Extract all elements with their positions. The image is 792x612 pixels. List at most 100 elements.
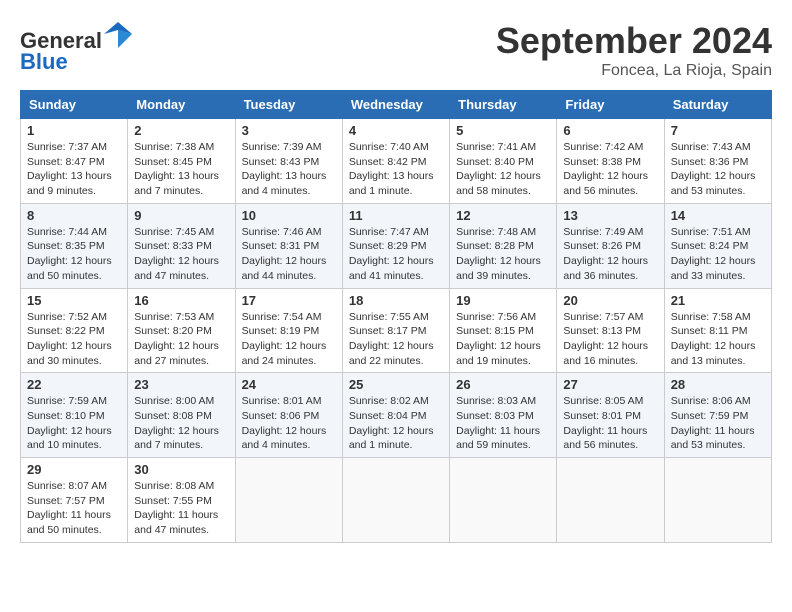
page-header: General Blue September 2024 Foncea, La R…	[20, 20, 772, 80]
calendar-cell: 28 Sunrise: 8:06 AM Sunset: 7:59 PM Dayl…	[664, 373, 771, 458]
day-info: Sunrise: 7:58 AM Sunset: 8:11 PM Dayligh…	[671, 310, 765, 369]
weekday-header: Saturday	[664, 91, 771, 119]
calendar-week-row: 22 Sunrise: 7:59 AM Sunset: 8:10 PM Dayl…	[21, 373, 772, 458]
calendar-header-row: SundayMondayTuesdayWednesdayThursdayFrid…	[21, 91, 772, 119]
day-info: Sunrise: 7:37 AM Sunset: 8:47 PM Dayligh…	[27, 140, 121, 199]
day-info: Sunrise: 7:44 AM Sunset: 8:35 PM Dayligh…	[27, 225, 121, 284]
calendar-cell: 8 Sunrise: 7:44 AM Sunset: 8:35 PM Dayli…	[21, 203, 128, 288]
day-number: 13	[563, 208, 657, 223]
day-number: 4	[349, 123, 443, 138]
calendar-cell	[450, 458, 557, 543]
weekday-header: Sunday	[21, 91, 128, 119]
day-info: Sunrise: 7:41 AM Sunset: 8:40 PM Dayligh…	[456, 140, 550, 199]
calendar-cell	[235, 458, 342, 543]
day-info: Sunrise: 7:43 AM Sunset: 8:36 PM Dayligh…	[671, 140, 765, 199]
weekday-header: Monday	[128, 91, 235, 119]
calendar-cell: 14 Sunrise: 7:51 AM Sunset: 8:24 PM Dayl…	[664, 203, 771, 288]
day-info: Sunrise: 7:48 AM Sunset: 8:28 PM Dayligh…	[456, 225, 550, 284]
day-info: Sunrise: 7:51 AM Sunset: 8:24 PM Dayligh…	[671, 225, 765, 284]
day-number: 21	[671, 293, 765, 308]
day-info: Sunrise: 7:53 AM Sunset: 8:20 PM Dayligh…	[134, 310, 228, 369]
day-info: Sunrise: 7:45 AM Sunset: 8:33 PM Dayligh…	[134, 225, 228, 284]
day-number: 8	[27, 208, 121, 223]
calendar-cell: 7 Sunrise: 7:43 AM Sunset: 8:36 PM Dayli…	[664, 119, 771, 204]
day-info: Sunrise: 7:40 AM Sunset: 8:42 PM Dayligh…	[349, 140, 443, 199]
weekday-header: Tuesday	[235, 91, 342, 119]
day-info: Sunrise: 8:08 AM Sunset: 7:55 PM Dayligh…	[134, 479, 228, 538]
calendar-cell: 12 Sunrise: 7:48 AM Sunset: 8:28 PM Dayl…	[450, 203, 557, 288]
day-info: Sunrise: 7:39 AM Sunset: 8:43 PM Dayligh…	[242, 140, 336, 199]
calendar-cell: 27 Sunrise: 8:05 AM Sunset: 8:01 PM Dayl…	[557, 373, 664, 458]
month-title: September 2024	[496, 20, 772, 62]
day-number: 7	[671, 123, 765, 138]
calendar-cell: 29 Sunrise: 8:07 AM Sunset: 7:57 PM Dayl…	[21, 458, 128, 543]
calendar-cell: 6 Sunrise: 7:42 AM Sunset: 8:38 PM Dayli…	[557, 119, 664, 204]
calendar-cell	[557, 458, 664, 543]
day-info: Sunrise: 7:47 AM Sunset: 8:29 PM Dayligh…	[349, 225, 443, 284]
calendar-cell: 3 Sunrise: 7:39 AM Sunset: 8:43 PM Dayli…	[235, 119, 342, 204]
day-info: Sunrise: 8:03 AM Sunset: 8:03 PM Dayligh…	[456, 394, 550, 453]
weekday-header: Thursday	[450, 91, 557, 119]
day-info: Sunrise: 7:49 AM Sunset: 8:26 PM Dayligh…	[563, 225, 657, 284]
weekday-header: Wednesday	[342, 91, 449, 119]
day-info: Sunrise: 8:02 AM Sunset: 8:04 PM Dayligh…	[349, 394, 443, 453]
day-info: Sunrise: 7:56 AM Sunset: 8:15 PM Dayligh…	[456, 310, 550, 369]
calendar-cell: 21 Sunrise: 7:58 AM Sunset: 8:11 PM Dayl…	[664, 288, 771, 373]
day-number: 25	[349, 377, 443, 392]
day-number: 18	[349, 293, 443, 308]
calendar-cell: 10 Sunrise: 7:46 AM Sunset: 8:31 PM Dayl…	[235, 203, 342, 288]
day-number: 24	[242, 377, 336, 392]
day-info: Sunrise: 7:42 AM Sunset: 8:38 PM Dayligh…	[563, 140, 657, 199]
calendar-cell: 22 Sunrise: 7:59 AM Sunset: 8:10 PM Dayl…	[21, 373, 128, 458]
day-number: 29	[27, 462, 121, 477]
day-number: 12	[456, 208, 550, 223]
calendar-cell: 23 Sunrise: 8:00 AM Sunset: 8:08 PM Dayl…	[128, 373, 235, 458]
day-number: 23	[134, 377, 228, 392]
day-number: 22	[27, 377, 121, 392]
calendar-cell: 25 Sunrise: 8:02 AM Sunset: 8:04 PM Dayl…	[342, 373, 449, 458]
calendar-cell: 5 Sunrise: 7:41 AM Sunset: 8:40 PM Dayli…	[450, 119, 557, 204]
day-info: Sunrise: 7:38 AM Sunset: 8:45 PM Dayligh…	[134, 140, 228, 199]
day-number: 19	[456, 293, 550, 308]
calendar-cell: 13 Sunrise: 7:49 AM Sunset: 8:26 PM Dayl…	[557, 203, 664, 288]
day-number: 6	[563, 123, 657, 138]
calendar-week-row: 15 Sunrise: 7:52 AM Sunset: 8:22 PM Dayl…	[21, 288, 772, 373]
logo-bird-icon	[104, 20, 132, 48]
title-block: September 2024 Foncea, La Rioja, Spain	[496, 20, 772, 80]
calendar-cell: 15 Sunrise: 7:52 AM Sunset: 8:22 PM Dayl…	[21, 288, 128, 373]
day-info: Sunrise: 7:55 AM Sunset: 8:17 PM Dayligh…	[349, 310, 443, 369]
calendar-cell	[342, 458, 449, 543]
calendar-cell: 11 Sunrise: 7:47 AM Sunset: 8:29 PM Dayl…	[342, 203, 449, 288]
day-info: Sunrise: 7:54 AM Sunset: 8:19 PM Dayligh…	[242, 310, 336, 369]
day-number: 9	[134, 208, 228, 223]
calendar-table: SundayMondayTuesdayWednesdayThursdayFrid…	[20, 90, 772, 543]
calendar-cell: 26 Sunrise: 8:03 AM Sunset: 8:03 PM Dayl…	[450, 373, 557, 458]
day-number: 10	[242, 208, 336, 223]
calendar-cell: 18 Sunrise: 7:55 AM Sunset: 8:17 PM Dayl…	[342, 288, 449, 373]
calendar-cell: 16 Sunrise: 7:53 AM Sunset: 8:20 PM Dayl…	[128, 288, 235, 373]
calendar-cell: 2 Sunrise: 7:38 AM Sunset: 8:45 PM Dayli…	[128, 119, 235, 204]
day-number: 30	[134, 462, 228, 477]
calendar-cell: 17 Sunrise: 7:54 AM Sunset: 8:19 PM Dayl…	[235, 288, 342, 373]
day-number: 15	[27, 293, 121, 308]
day-info: Sunrise: 8:01 AM Sunset: 8:06 PM Dayligh…	[242, 394, 336, 453]
day-number: 20	[563, 293, 657, 308]
day-number: 2	[134, 123, 228, 138]
calendar-cell: 19 Sunrise: 7:56 AM Sunset: 8:15 PM Dayl…	[450, 288, 557, 373]
day-number: 27	[563, 377, 657, 392]
day-number: 3	[242, 123, 336, 138]
day-info: Sunrise: 7:59 AM Sunset: 8:10 PM Dayligh…	[27, 394, 121, 453]
calendar-cell: 30 Sunrise: 8:08 AM Sunset: 7:55 PM Dayl…	[128, 458, 235, 543]
calendar-cell: 1 Sunrise: 7:37 AM Sunset: 8:47 PM Dayli…	[21, 119, 128, 204]
logo: General Blue	[20, 20, 132, 75]
day-info: Sunrise: 7:57 AM Sunset: 8:13 PM Dayligh…	[563, 310, 657, 369]
calendar-cell	[664, 458, 771, 543]
day-info: Sunrise: 8:00 AM Sunset: 8:08 PM Dayligh…	[134, 394, 228, 453]
day-info: Sunrise: 8:05 AM Sunset: 8:01 PM Dayligh…	[563, 394, 657, 453]
day-number: 11	[349, 208, 443, 223]
day-number: 1	[27, 123, 121, 138]
day-number: 16	[134, 293, 228, 308]
day-info: Sunrise: 7:46 AM Sunset: 8:31 PM Dayligh…	[242, 225, 336, 284]
day-number: 5	[456, 123, 550, 138]
day-info: Sunrise: 8:07 AM Sunset: 7:57 PM Dayligh…	[27, 479, 121, 538]
